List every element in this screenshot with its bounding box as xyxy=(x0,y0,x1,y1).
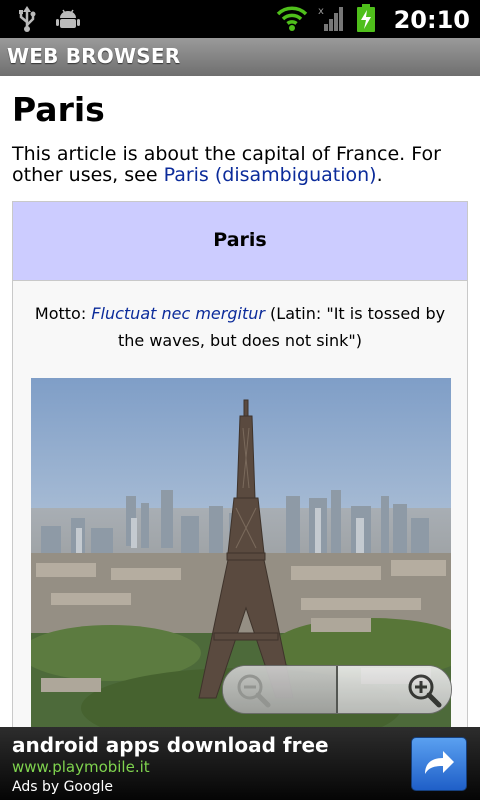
motto-label: Motto: xyxy=(34,304,92,323)
web-page[interactable]: Paris This article is about the capital … xyxy=(0,76,480,727)
clock: 20:10 xyxy=(393,6,470,34)
zoom-out-button[interactable] xyxy=(223,666,336,713)
zoom-controls xyxy=(222,665,452,714)
battery-charging-icon xyxy=(356,4,376,36)
zoom-in-button[interactable] xyxy=(338,666,451,713)
infobox-title: Paris xyxy=(13,202,467,281)
wifi-icon xyxy=(276,4,308,36)
zoom-out-icon xyxy=(235,672,271,712)
motto-latin-link[interactable]: Fluctuat nec mergitur xyxy=(91,304,265,323)
android-debug-icon xyxy=(56,7,80,35)
zoom-in-icon xyxy=(406,672,442,712)
hatnote: This article is about the capital of Fra… xyxy=(12,144,468,186)
ad-action-button[interactable] xyxy=(411,737,467,791)
usb-icon xyxy=(16,6,38,36)
svg-text:x: x xyxy=(318,6,324,17)
infobox-motto: Motto: Fluctuat nec mergitur (Latin: "It… xyxy=(27,300,453,354)
page-title: Paris xyxy=(12,90,105,129)
ad-title[interactable]: android apps download free xyxy=(12,733,329,757)
ad-url[interactable]: www.playmobile.it xyxy=(12,758,150,776)
hatnote-end: . xyxy=(376,164,383,186)
disambiguation-link[interactable]: Paris (disambiguation) xyxy=(164,164,377,186)
share-arrow-icon xyxy=(422,748,456,784)
app-title: WEB BROWSER xyxy=(7,44,181,68)
ad-byline: Ads by Google xyxy=(12,779,113,795)
infobox: Paris Motto: Fluctuat nec mergitur (Lati… xyxy=(12,201,468,727)
signal-icon: x xyxy=(318,4,346,36)
app-title-bar: WEB BROWSER xyxy=(0,38,480,77)
ad-banner[interactable]: android apps download free www.playmobil… xyxy=(0,727,480,800)
status-bar: x 20:10 xyxy=(0,0,480,38)
